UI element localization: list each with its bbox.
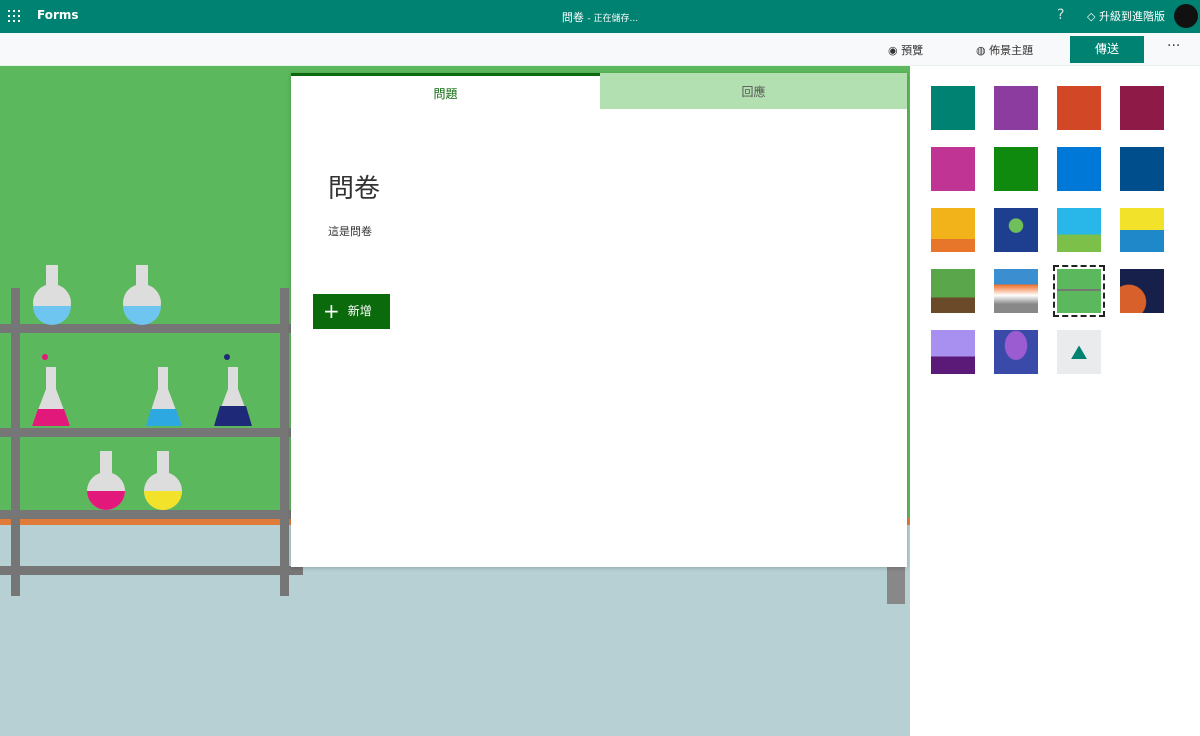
help-button[interactable]: ? [1057, 7, 1064, 23]
add-label: 新增 [347, 304, 372, 318]
theme-color-navy[interactable] [1120, 147, 1164, 191]
theme-image-desk[interactable] [931, 330, 975, 374]
image-icon: ⛰ [1070, 340, 1088, 364]
theme-image-octopus[interactable] [994, 208, 1038, 252]
toolbar: ◉ 預覽 ◍ 佈景主題 傳送 ··· [0, 33, 1200, 66]
form-description[interactable]: 這是問卷 [328, 223, 372, 239]
form-title[interactable]: 問卷 [328, 168, 380, 205]
theme-color-teal[interactable] [931, 86, 975, 130]
theme-color-crimson[interactable] [1120, 86, 1164, 130]
theme-color-purple[interactable] [994, 86, 1038, 130]
form-card: 問題 回應 問卷 這是問卷 + 新增 [291, 73, 907, 567]
avatar[interactable] [1174, 4, 1198, 28]
theme-image-keyboard[interactable] [994, 330, 1038, 374]
preview-label: 預覽 [901, 44, 924, 57]
theme-button[interactable]: ◍ 佈景主題 [976, 42, 1033, 58]
form-title-status: 問卷 - 正在儲存... [0, 9, 1200, 25]
upload-image-button[interactable]: ⛰ [1057, 330, 1101, 374]
theme-color-blue[interactable] [1057, 147, 1101, 191]
doc-title: 問卷 [561, 11, 584, 24]
tab-responses[interactable]: 回應 [600, 73, 907, 109]
upgrade-button[interactable]: ◇ 升級到進階版 [1087, 8, 1165, 24]
more-options-button[interactable]: ··· [1167, 38, 1180, 54]
upgrade-label: 升級到進階版 [1098, 10, 1165, 23]
theme-image-snowboarder[interactable] [1120, 208, 1164, 252]
preview-button[interactable]: ◉ 預覽 [888, 42, 923, 58]
theme-image-sky-hills[interactable] [1057, 208, 1101, 252]
theme-image-van[interactable] [994, 269, 1038, 313]
app-header: Forms 問卷 - 正在儲存... ? ◇ 升級到進階版 [0, 0, 1200, 33]
theme-image-living-room[interactable] [931, 208, 975, 252]
theme-label: 佈景主題 [989, 44, 1034, 57]
save-status: - 正在儲存... [587, 14, 639, 24]
send-button[interactable]: 傳送 [1070, 36, 1144, 63]
theme-panel: ⛰ [910, 66, 1200, 736]
plus-icon: + [323, 299, 340, 323]
theme-image-lab-flasks[interactable] [1053, 265, 1105, 317]
theme-image-space[interactable] [1120, 269, 1164, 313]
eye-icon: ◉ [888, 44, 902, 57]
theme-image-park[interactable] [931, 269, 975, 313]
shelf [0, 566, 303, 575]
theme-color-green[interactable] [994, 147, 1038, 191]
flasks-illustration [32, 265, 252, 510]
shelf-post [887, 566, 905, 604]
theme-color-magenta[interactable] [931, 147, 975, 191]
add-question-button[interactable]: + 新增 [313, 294, 390, 329]
diamond-icon: ◇ [1087, 10, 1099, 23]
tab-questions[interactable]: 問題 [291, 73, 600, 109]
palette-icon: ◍ [976, 44, 990, 57]
theme-color-orange[interactable] [1057, 86, 1101, 130]
